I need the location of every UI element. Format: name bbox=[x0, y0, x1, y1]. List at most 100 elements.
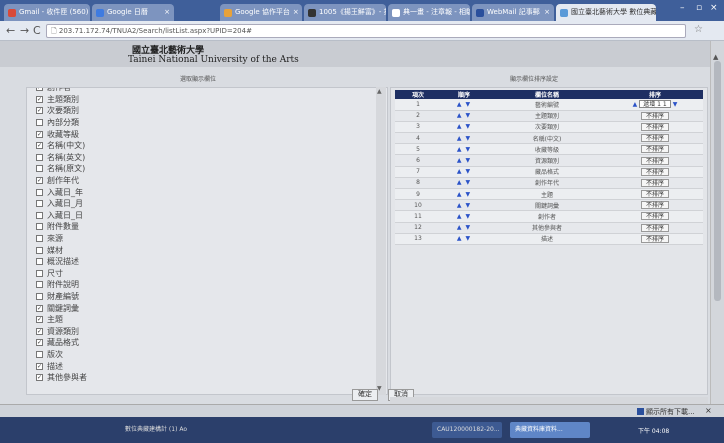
field-checkbox-item[interactable]: 入藏日_日 bbox=[36, 210, 87, 222]
reload-icon[interactable]: C bbox=[33, 24, 41, 37]
field-checkbox-item[interactable]: 概況描述 bbox=[36, 256, 87, 268]
no-sort-button[interactable]: 不排序 bbox=[640, 122, 669, 131]
no-sort-button[interactable]: 不排序 bbox=[640, 234, 669, 243]
sort-down-icon[interactable]: ▼ bbox=[673, 101, 678, 108]
move-up-down-icon[interactable]: ▲ ▼ bbox=[457, 123, 471, 130]
checkbox[interactable] bbox=[36, 292, 43, 300]
maximize-icon[interactable]: ▫ bbox=[696, 3, 702, 13]
close-icon[interactable]: × bbox=[705, 406, 712, 415]
checkbox[interactable] bbox=[36, 119, 43, 127]
taskbar-item[interactable]: 數位典藏建構計 (1) Ao bbox=[120, 422, 230, 438]
field-checkbox-item[interactable]: 版次 bbox=[36, 349, 87, 361]
sort-select-value[interactable]: 遞增 1 1 bbox=[639, 100, 671, 109]
checkbox[interactable]: ✓ bbox=[36, 327, 43, 335]
field-checkbox-item[interactable]: ✓ 其他參與者 bbox=[36, 372, 87, 384]
move-up-down-icon[interactable]: ▲ ▼ bbox=[457, 235, 471, 242]
no-sort-button[interactable]: 不排序 bbox=[640, 190, 669, 199]
checkbox[interactable] bbox=[36, 281, 43, 289]
no-sort-button[interactable]: 不排序 bbox=[640, 178, 669, 187]
field-checkbox-item[interactable]: 名稱(原文) bbox=[36, 163, 87, 175]
field-checkbox-item[interactable]: 附件數量 bbox=[36, 221, 87, 233]
left-panel-scrollbar[interactable]: ▲ ▼ bbox=[376, 87, 386, 395]
checkbox[interactable] bbox=[36, 165, 43, 173]
field-checkbox-item[interactable]: 財產編號 bbox=[36, 291, 87, 303]
checkbox[interactable]: ✓ bbox=[36, 130, 43, 138]
browser-tab[interactable]: WebMail 記事郵 × bbox=[472, 4, 554, 21]
close-icon[interactable]: × bbox=[544, 4, 550, 21]
no-sort-button[interactable]: 不排序 bbox=[640, 134, 669, 143]
browser-tab[interactable]: Gmail - 收件匣 (560) - pu× bbox=[4, 4, 90, 21]
field-checkbox-item[interactable]: ✓ 名稱(中文) bbox=[36, 140, 87, 152]
close-icon[interactable]: × bbox=[293, 4, 299, 21]
close-window-icon[interactable]: × bbox=[710, 3, 718, 13]
field-checkbox-item[interactable]: 媒材 bbox=[36, 244, 87, 256]
sort-up-icon[interactable]: ▲ bbox=[633, 101, 638, 108]
forward-icon[interactable]: → bbox=[20, 24, 29, 37]
browser-tab-active[interactable]: 國立臺北藝術大學 數位典藏× bbox=[556, 4, 656, 21]
no-sort-button[interactable]: 不排序 bbox=[640, 223, 669, 232]
checkbox[interactable]: ✓ bbox=[36, 88, 43, 92]
checkbox[interactable] bbox=[36, 235, 43, 243]
close-icon[interactable]: × bbox=[164, 4, 170, 21]
checkbox[interactable]: ✓ bbox=[36, 142, 43, 150]
checkbox[interactable]: ✓ bbox=[36, 374, 43, 382]
checkbox[interactable] bbox=[36, 211, 43, 219]
no-sort-button[interactable]: 不排序 bbox=[640, 145, 669, 154]
move-up-down-icon[interactable]: ▲ ▼ bbox=[457, 179, 471, 186]
move-up-down-icon[interactable]: ▲ ▼ bbox=[457, 135, 471, 142]
browser-tab[interactable]: Google 日曆 × bbox=[92, 4, 174, 21]
no-sort-button[interactable]: 不排序 bbox=[640, 212, 669, 221]
page-scrollbar[interactable]: ▲ bbox=[710, 41, 724, 415]
move-up-down-icon[interactable]: ▲ ▼ bbox=[457, 168, 471, 175]
field-checkbox-item[interactable]: ✓ 創作年代 bbox=[36, 175, 87, 187]
scroll-thumb[interactable] bbox=[714, 61, 721, 301]
field-checkbox-item[interactable]: ✓ 關鍵詞彙 bbox=[36, 302, 87, 314]
checkbox[interactable] bbox=[36, 153, 43, 161]
field-checkbox-item[interactable]: 入藏日_年 bbox=[36, 186, 87, 198]
checkbox[interactable] bbox=[36, 350, 43, 358]
checkbox[interactable] bbox=[36, 200, 43, 208]
checkbox[interactable]: ✓ bbox=[36, 339, 43, 347]
bookmark-star-icon[interactable]: ☆ bbox=[694, 24, 703, 35]
no-sort-button[interactable]: 不排序 bbox=[640, 156, 669, 165]
field-checkbox-item[interactable]: ✓ 主題 bbox=[36, 314, 87, 326]
field-checkbox-item[interactable]: 尺寸 bbox=[36, 268, 87, 280]
field-checkbox-item[interactable]: ✓ 資源類別 bbox=[36, 325, 87, 337]
no-sort-button[interactable]: 不排序 bbox=[640, 111, 669, 120]
scroll-up-icon[interactable]: ▲ bbox=[713, 53, 718, 61]
scroll-up-icon[interactable]: ▲ bbox=[377, 88, 382, 95]
checkbox[interactable] bbox=[36, 258, 43, 266]
checkbox[interactable] bbox=[36, 188, 43, 196]
checkbox[interactable]: ✓ bbox=[36, 362, 43, 370]
checkbox[interactable]: ✓ bbox=[36, 304, 43, 312]
field-checkbox-item[interactable]: ✓ 描述 bbox=[36, 360, 87, 372]
address-bar[interactable]: 🗋 203.71.172.74/TNUA2/Search/listList.as… bbox=[46, 24, 686, 38]
field-checkbox-item[interactable]: 入藏日_月 bbox=[36, 198, 87, 210]
right-panel-hscrollbar[interactable] bbox=[390, 397, 708, 404]
checkbox[interactable]: ✓ bbox=[36, 177, 43, 185]
sort-direction-select[interactable]: ▲ 遞增 1 1 ▼ bbox=[633, 100, 678, 109]
move-up-down-icon[interactable]: ▲ ▼ bbox=[457, 202, 471, 209]
checkbox[interactable] bbox=[36, 269, 43, 277]
checkbox[interactable]: ✓ bbox=[36, 107, 43, 115]
taskbar-item[interactable]: CAU120000182-20... bbox=[432, 422, 502, 438]
no-sort-button[interactable]: 不排序 bbox=[640, 201, 669, 210]
field-checkbox-item[interactable]: ✓ 收藏等級 bbox=[36, 128, 87, 140]
move-up-down-icon[interactable]: ▲ ▼ bbox=[457, 101, 471, 108]
move-up-down-icon[interactable]: ▲ ▼ bbox=[457, 213, 471, 220]
back-icon[interactable]: ← bbox=[6, 24, 15, 37]
move-up-down-icon[interactable]: ▲ ▼ bbox=[457, 224, 471, 231]
field-checkbox-item[interactable]: ✓ 次要類別 bbox=[36, 105, 87, 117]
field-checkbox-item[interactable]: ✓ 創作者 bbox=[36, 88, 87, 94]
show-all-downloads-link[interactable]: 顯示所有下載... bbox=[646, 407, 695, 417]
checkbox[interactable] bbox=[36, 246, 43, 254]
confirm-button[interactable]: 確定 bbox=[352, 389, 378, 401]
minimize-icon[interactable]: – bbox=[680, 3, 685, 13]
browser-tab[interactable]: Google 協作平台 × bbox=[220, 4, 302, 21]
field-checkbox-item[interactable]: ✓ 主題類別 bbox=[36, 94, 87, 106]
browser-tab[interactable]: 1005《揚王鮮富》- 找× bbox=[304, 4, 386, 21]
field-checkbox-item[interactable]: 名稱(英文) bbox=[36, 152, 87, 164]
move-up-down-icon[interactable]: ▲ ▼ bbox=[457, 146, 471, 153]
move-up-down-icon[interactable]: ▲ ▼ bbox=[457, 191, 471, 198]
no-sort-button[interactable]: 不排序 bbox=[640, 167, 669, 176]
